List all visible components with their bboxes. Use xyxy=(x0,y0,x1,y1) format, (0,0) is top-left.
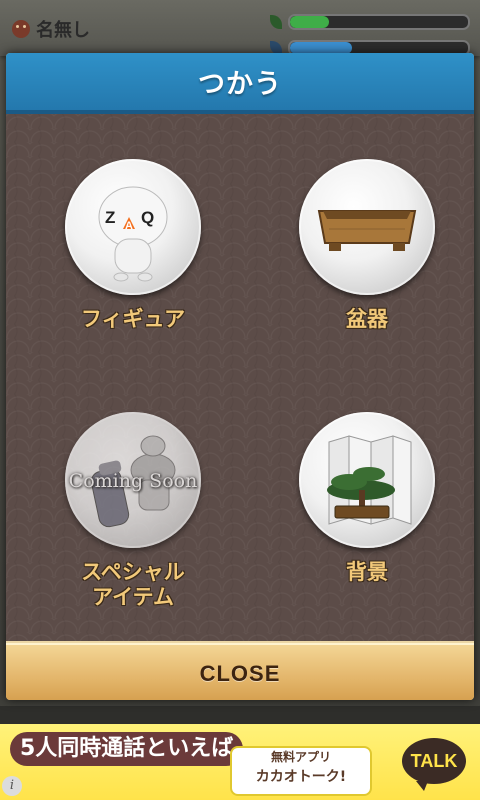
info-icon[interactable]: i xyxy=(2,776,22,796)
background-screen-icon xyxy=(327,435,412,525)
ad-sub-main: カカオトーク! xyxy=(255,769,347,785)
pot-label: 盆器 xyxy=(346,307,388,331)
special-item-label: スペシャル アイテム xyxy=(81,560,185,609)
growth-bar-row xyxy=(270,14,470,30)
coming-soon-overlay: Coming Soon xyxy=(68,470,198,492)
use-item-dialog: つかう Z A Q フィギュア 盆器 Coming Soon スペシャル アイテ… xyxy=(6,53,474,700)
face-icon xyxy=(12,20,30,38)
zaq-figure-icon: Z A Q xyxy=(98,186,168,282)
special-item-button[interactable]: Coming Soon xyxy=(65,412,201,548)
growth-bar-fill xyxy=(290,16,330,28)
bonsai-pot-icon xyxy=(317,210,417,251)
talk-logo-icon: TALK xyxy=(402,738,466,791)
figure-button[interactable]: Z A Q xyxy=(65,159,201,295)
item-figure[interactable]: Z A Q フィギュア xyxy=(53,159,213,332)
item-pot[interactable]: 盆器 xyxy=(287,159,447,332)
ad-sub-box: 無料アプリ カカオトーク! xyxy=(230,746,372,796)
close-button[interactable]: CLOSE xyxy=(6,643,474,700)
growth-bar xyxy=(288,14,470,30)
pot-button[interactable] xyxy=(299,159,435,295)
dialog-header: つかう xyxy=(6,53,474,114)
status-header: 名無し xyxy=(0,0,480,56)
background-button[interactable] xyxy=(299,412,435,548)
user-info: 名無し xyxy=(12,16,90,42)
leaf-icon xyxy=(270,15,282,29)
svg-text:A: A xyxy=(125,220,133,232)
figure-label: フィギュア xyxy=(80,307,186,331)
user-name: 名無し xyxy=(36,20,90,41)
dialog-title: つかう xyxy=(198,69,282,100)
dialog-body: Z A Q フィギュア 盆器 Coming Soon スペシャル アイテム 背景 xyxy=(6,114,474,641)
svg-text:Q: Q xyxy=(141,208,154,227)
item-background[interactable]: 背景 xyxy=(287,412,447,585)
background-label: 背景 xyxy=(346,560,388,584)
ad-headline: 5人同時通話といえば xyxy=(10,732,244,766)
svg-text:Z: Z xyxy=(105,208,115,227)
ad-banner[interactable]: 5人同時通話といえば 無料アプリ カカオトーク! TALK xyxy=(0,724,480,800)
item-special[interactable]: Coming Soon スペシャル アイテム xyxy=(53,412,213,610)
ad-sub-top: 無料アプリ xyxy=(270,750,331,764)
